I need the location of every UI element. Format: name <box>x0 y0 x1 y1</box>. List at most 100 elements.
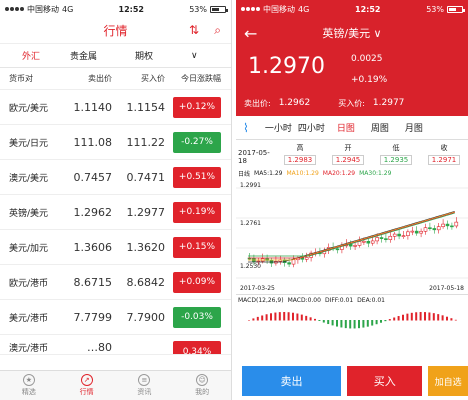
macd-bar <box>344 320 347 329</box>
buy-price: 1.2977 <box>126 205 166 219</box>
candle-body <box>414 230 419 234</box>
buy-button[interactable]: 买入 <box>347 366 423 396</box>
change-badge: +0.12% <box>173 96 221 118</box>
candlestick-chart[interactable]: 1.2991 1.2761 1.2530 2017-03-25 2017-05-… <box>236 178 468 294</box>
candle-body <box>388 235 393 240</box>
table-row[interactable]: 英镑/美元 1.2962 1.2977 +0.19% <box>0 195 231 230</box>
tab-daily[interactable]: 日图 <box>334 121 358 134</box>
table-row[interactable]: 美元/加元 1.3606 1.3620 +0.15% <box>0 230 231 265</box>
candle-body <box>423 227 428 232</box>
tab-metals[interactable]: 贵金属 <box>70 49 97 62</box>
price-change: 0.0025 <box>351 54 383 64</box>
market-header: 行情 ⇅ ⌕ <box>0 18 231 44</box>
macd-bar <box>419 312 422 321</box>
macd-bar <box>274 312 277 321</box>
table-row[interactable]: 欧元/美元 1.1140 1.1154 +0.12% <box>0 90 231 125</box>
close-label: 收 <box>440 144 448 152</box>
buy-price: 0.7471 <box>126 170 166 184</box>
bottom-nav: ★ 精选 ↗ 行情 ≡ 资讯 ☺ 我的 <box>0 370 231 400</box>
tab-forex[interactable]: 外汇 <box>22 49 40 62</box>
table-header: 货币对 卖出价 买入价 今日涨跌幅 <box>0 68 231 90</box>
tab-options[interactable]: 期权 <box>135 49 153 62</box>
add-watchlist-button[interactable]: 加自选 <box>428 366 468 396</box>
nav-market[interactable]: ↗ 行情 <box>58 371 116 400</box>
tab-1h[interactable]: 一小时 <box>262 121 295 134</box>
pair-name: 英镑/美元 <box>9 208 49 219</box>
nav-me[interactable]: ☺ 我的 <box>173 371 231 400</box>
ma-line <box>248 212 455 259</box>
pair-selector[interactable]: 英镑/美元 ∨ <box>322 25 381 41</box>
buy-price: 1.3620 <box>126 240 166 254</box>
sort-icon[interactable]: ⇅ <box>189 23 199 37</box>
change-badge: +0.09% <box>173 271 221 293</box>
candle-body <box>428 227 432 229</box>
candle-body <box>450 225 454 228</box>
buy-price: 1.1154 <box>126 100 166 114</box>
candle-body <box>419 230 423 234</box>
ma20-label: MA20:1.29 <box>322 169 356 177</box>
axis-top-label: 1.2991 <box>240 182 261 189</box>
change-badge: +0.51% <box>173 166 221 188</box>
macd-bar <box>393 317 396 321</box>
sell-price: 111.08 <box>73 135 113 149</box>
chart-icon: ↗ <box>80 374 93 386</box>
pair-name: 欧元/美元 <box>9 103 49 114</box>
ma-line <box>248 211 455 261</box>
pair-name: 澳元/美元 <box>9 173 49 184</box>
buy-price: 1.2977 <box>372 98 405 108</box>
macd-bar <box>410 312 413 321</box>
change-badge: +0.15% <box>173 236 221 258</box>
macd-bar <box>454 319 457 321</box>
macd-bar <box>402 314 404 321</box>
macd-bar <box>366 320 369 327</box>
candle-body <box>445 223 450 227</box>
signal-icon <box>5 7 24 11</box>
tab-weekly[interactable]: 周图 <box>368 121 392 134</box>
network-label: 4G <box>62 4 74 14</box>
macd-bar <box>248 320 250 321</box>
person-icon: ☺ <box>196 374 209 386</box>
macd-bar <box>278 312 281 321</box>
macd-bar <box>309 317 312 321</box>
macd-bar <box>428 312 431 321</box>
battery-icon <box>446 5 465 13</box>
nav-news[interactable]: ≡ 资讯 <box>116 371 174 400</box>
candle-body <box>291 259 296 265</box>
chevron-down-icon[interactable]: ∨ <box>191 51 198 61</box>
sell-button[interactable]: 卖出 <box>242 366 342 396</box>
table-row[interactable]: 澳元/美元 0.7457 0.7471 +0.51% <box>0 160 231 195</box>
candle-body <box>406 231 410 236</box>
col-pair: 货币对 <box>9 74 33 83</box>
status-bar: 中国移动 4G 12:52 53% <box>236 0 468 18</box>
period-tabs: ⌇ 一小时 四小时 日图 周图 月图 <box>236 116 468 140</box>
line-chart-icon[interactable]: ⌇ <box>240 121 252 135</box>
candle-body <box>392 233 397 237</box>
high-label: 高 <box>296 144 304 152</box>
candle-body <box>357 241 362 246</box>
ma5-label: MA5:1.29 <box>254 169 283 177</box>
candle-body <box>379 237 384 239</box>
tab-4h[interactable]: 四小时 <box>295 121 328 134</box>
ma-timeframe: 日线 <box>238 170 251 178</box>
tab-monthly[interactable]: 月图 <box>402 121 426 134</box>
ma-line <box>248 212 455 257</box>
macd-bar <box>296 313 299 321</box>
sell-price: 0.7457 <box>73 170 113 184</box>
table-row[interactable]: 美元/日元 111.08 111.22 -0.27% <box>0 125 231 160</box>
candle-body <box>436 226 441 231</box>
ma-legend: 日线 MA5:1.29 MA10:1.29 MA20:1.29 MA30:1.2… <box>236 168 468 178</box>
price-panel: 1.2970 0.0025 +0.19% 卖出价: 1.2962 买入价: 1.… <box>236 48 468 116</box>
macd-bar <box>305 315 308 321</box>
candlestick-svg <box>236 187 468 279</box>
search-icon[interactable]: ⌕ <box>214 23 221 38</box>
open-label: 开 <box>344 144 352 152</box>
table-row[interactable]: 美元/港币 7.7799 7.7900 -0.03% <box>0 300 231 335</box>
battery-percent: 53% <box>426 4 444 14</box>
sell-price: 7.7799 <box>73 310 113 324</box>
close-value: 1.2971 <box>427 155 461 165</box>
table-row[interactable]: 澳元/港币 …80 0.34% <box>0 335 231 355</box>
table-row[interactable]: 欧元/港币 8.6715 8.6842 +0.09% <box>0 265 231 300</box>
nav-featured[interactable]: ★ 精选 <box>0 371 58 400</box>
macd-bar <box>300 314 303 321</box>
back-arrow-icon[interactable]: ← <box>244 24 257 43</box>
